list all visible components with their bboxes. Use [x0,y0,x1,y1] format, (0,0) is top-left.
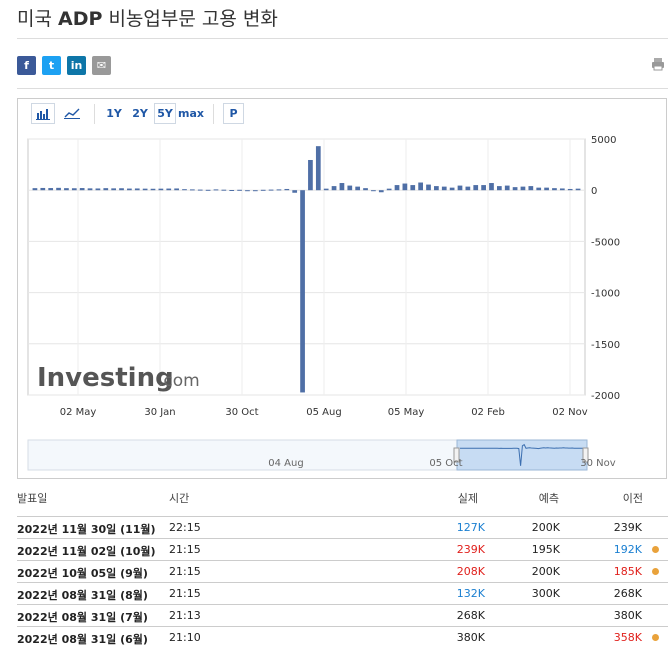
cell-forecast: 195K [531,543,560,556]
cell-actual: 127K [456,521,485,534]
cell-date: 2022년 08월 31일 (6월) [17,633,148,646]
cell-actual: 239K [456,543,485,556]
table-row: 2022년 11월 02일 (10월) 21:15 239K 195K 192K [17,538,668,560]
table-row: 2022년 08월 31일 (7월) 21:13 268K 380K [17,604,668,626]
revision-indicator-icon [652,634,659,641]
range-max-button[interactable]: max [178,103,204,124]
cell-time: 21:10 [169,631,201,644]
line-chart-type-button[interactable] [60,103,84,125]
cell-previous: 380K [613,609,642,622]
title-prefix: 미국 [17,8,58,30]
chart-panel [17,98,667,479]
revision-indicator-icon [652,546,659,553]
cell-actual: 268K [456,609,485,622]
table-row: 2022년 08월 31일 (8월) 21:15 132K 300K 268K [17,582,668,604]
toolbar-separator [213,104,214,124]
header-previous: 이전 [622,492,643,505]
cell-actual: 132K [456,587,485,600]
range-5y-button[interactable]: 5Y [154,103,176,124]
cell-date: 2022년 08월 31일 (7월) [17,611,148,624]
cell-previous: 192K [613,543,642,556]
divider [17,88,668,89]
title-suffix: 비농업부문 고용 변화 [102,8,278,30]
cell-time: 21:15 [169,587,201,600]
toolbar-separator [94,104,95,124]
cell-forecast: 300K [531,587,560,600]
cell-forecast: 200K [531,565,560,578]
cell-actual: 380K [456,631,485,644]
p-button[interactable]: P [223,103,244,124]
email-icon[interactable]: ✉ [92,56,111,75]
cell-actual: 208K [456,565,485,578]
revision-indicator-icon [652,568,659,575]
print-icon[interactable] [651,56,665,71]
header-actual: 실제 [457,492,478,505]
cell-forecast: 200K [531,521,560,534]
cell-previous: 239K [613,521,642,534]
divider [17,38,668,39]
title-bold: ADP [58,8,103,30]
range-1y-button[interactable]: 1Y [103,103,125,124]
cell-time: 21:13 [169,609,201,622]
facebook-icon[interactable]: f [17,56,36,75]
cell-previous: 358K [613,631,642,644]
header-date: 발표일 [17,492,48,505]
twitter-icon[interactable]: t [42,56,61,75]
cell-previous: 185K [613,565,642,578]
bar-chart-icon [36,109,50,120]
cell-date: 2022년 11월 02일 (10월) [17,545,156,558]
table-row: 2022년 08월 31일 (6월) 21:10 380K 358K [17,626,668,648]
line-chart-icon [64,108,80,119]
header-time: 시간 [169,492,190,505]
table-row: 2022년 10월 05일 (9월) 21:15 208K 200K 185K [17,560,668,582]
cell-time: 21:15 [169,543,201,556]
cell-previous: 268K [613,587,642,600]
range-2y-button[interactable]: 2Y [129,103,151,124]
bar-chart-type-button[interactable] [31,103,55,124]
table-row: 2022년 11월 30일 (11월) 22:15 127K 200K 239K [17,516,668,538]
cell-time: 22:15 [169,521,201,534]
cell-date: 2022년 11월 30일 (11월) [17,523,156,536]
page-title: 미국 ADP 비농업부문 고용 변화 [17,4,278,31]
linkedin-icon[interactable]: in [67,56,86,75]
cell-date: 2022년 08월 31일 (8월) [17,589,148,602]
header-forecast: 예측 [538,492,559,505]
cell-time: 21:15 [169,565,201,578]
cell-date: 2022년 10월 05일 (9월) [17,567,148,580]
